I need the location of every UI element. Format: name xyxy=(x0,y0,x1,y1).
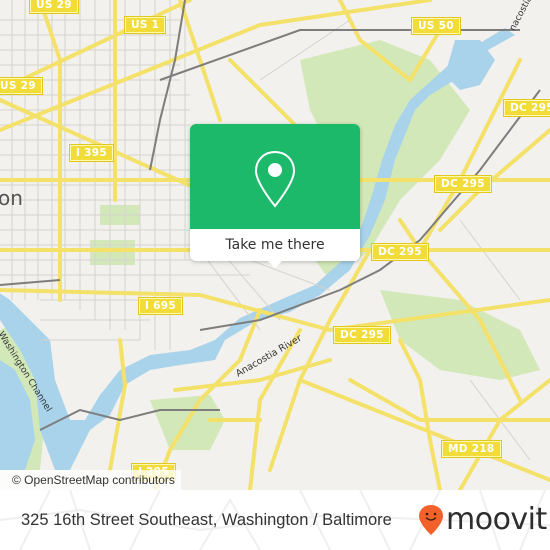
moovit-smiley-pin-icon xyxy=(419,505,443,535)
destination-popup: Take me there xyxy=(190,124,360,268)
moovit-logo[interactable]: moovit xyxy=(418,503,547,537)
popup-pointer xyxy=(267,260,283,268)
road-shield-md218: MD 218 xyxy=(441,440,502,458)
road-shield-us29: US 29 xyxy=(29,0,79,14)
road-shield-us1: US 1 xyxy=(123,16,167,34)
moovit-wordmark: moovit xyxy=(446,502,547,537)
road-shield-dc295: DC 295 xyxy=(503,99,550,117)
road-shield-us29: US 29 xyxy=(0,77,43,95)
road-shield-dc295: DC 295 xyxy=(434,175,492,193)
take-me-there-button[interactable]: Take me there xyxy=(190,229,360,261)
road-shield-us50: US 50 xyxy=(411,17,461,35)
destination-address: 325 16th Street Southeast, Washington / … xyxy=(21,511,392,529)
footer-bar: 325 16th Street Southeast, Washington / … xyxy=(0,490,550,550)
road-shield-dc295: DC 295 xyxy=(333,326,391,344)
road-shield-i695: I 695 xyxy=(138,297,183,315)
road-shield-i395: I 395 xyxy=(69,144,114,162)
popup-header xyxy=(190,124,360,229)
road-shield-dc295: DC 295 xyxy=(371,243,429,261)
place-label-washington: on xyxy=(0,186,23,210)
map-view[interactable]: US 29 US 1 US 50 US 29 I 395 I 695 DC 29… xyxy=(0,0,550,490)
map-attribution[interactable]: © OpenStreetMap contributors xyxy=(0,470,181,490)
map-pin-icon xyxy=(254,150,296,208)
